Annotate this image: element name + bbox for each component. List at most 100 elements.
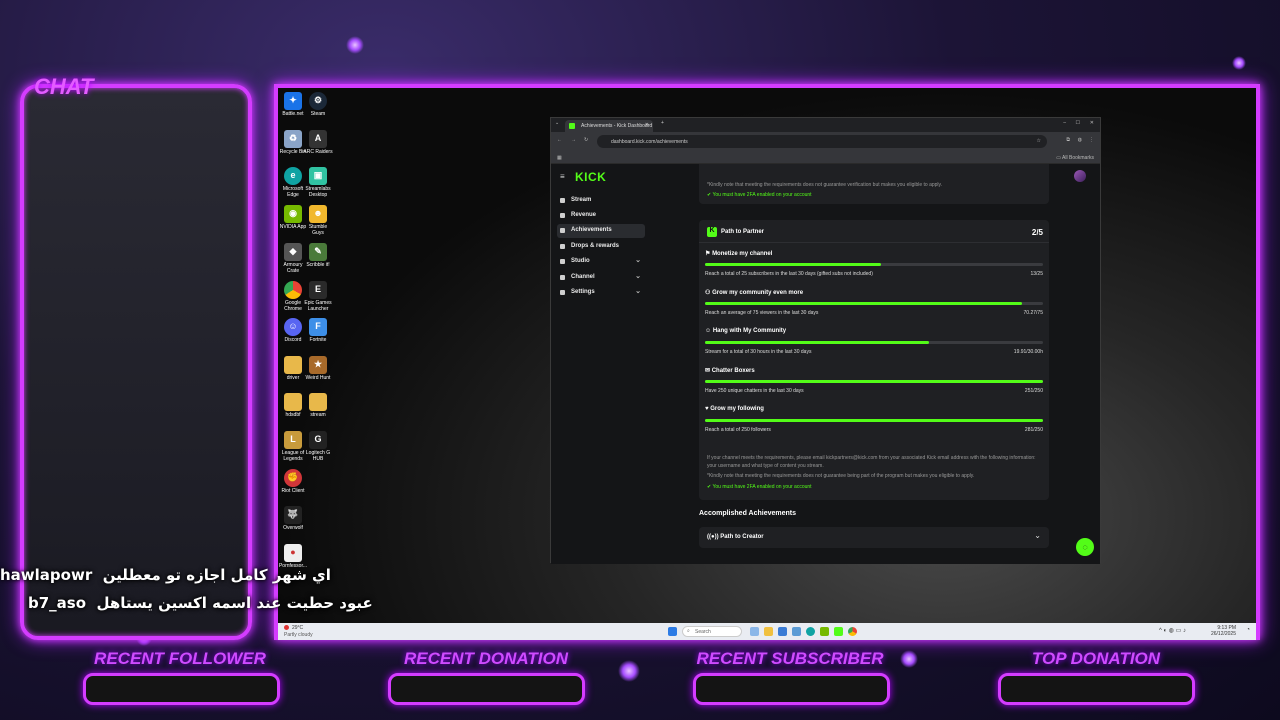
note-text: *Kindly note that meeting the requiremen…: [707, 182, 943, 188]
weather-icon[interactable]: [284, 625, 289, 630]
desktop-icon[interactable]: ★ Weird Hunt: [303, 356, 333, 382]
clock[interactable]: 9:13 PM 26/12/2025: [1211, 625, 1236, 637]
studio-icon: [560, 259, 565, 264]
profile-icon[interactable]: ◍: [1078, 137, 1082, 143]
sidebar-item-stream[interactable]: Stream: [557, 194, 645, 208]
desktop-icon[interactable]: 🐺 Overwolf: [278, 506, 308, 532]
maximize-icon[interactable]: ☐: [1076, 120, 1080, 126]
recent-donation-box: [388, 673, 585, 705]
recent-donation-label: RECENT DONATION: [403, 649, 568, 668]
desktop-icon[interactable]: F Fortnite: [303, 318, 333, 344]
browser-tab[interactable]: Achievements - Kick Dashboard ✕: [565, 120, 653, 132]
recent-follower-label: RECENT FOLLOWER: [94, 649, 266, 668]
desktop-icon[interactable]: E Epic Games Launcher: [303, 281, 333, 312]
system-tray-icons[interactable]: ^ ◐ ◍ ▭ ♪: [1159, 627, 1186, 634]
achievement-desc: Have 250 unique chatters in the last 30 …: [705, 388, 804, 394]
widgets-icon[interactable]: [750, 627, 759, 636]
chat-message: hawlapowr اي شهر كامل اجازه تو معطلين: [0, 566, 331, 584]
support-chat-button[interactable]: ◌: [1076, 538, 1094, 556]
desktop-icon[interactable]: ✊ Riot Client: [278, 469, 308, 495]
sidebar-item-drops[interactable]: Drops & rewards: [557, 240, 645, 254]
progress-track: [705, 419, 1043, 422]
desktop-icon[interactable]: ▣ Streamlabs Desktop: [303, 167, 333, 198]
kick-icon[interactable]: [834, 627, 843, 636]
notification-icon[interactable]: ◔: [1246, 627, 1250, 633]
top-donation-box: [998, 673, 1195, 705]
hamburger-icon[interactable]: ≡: [560, 172, 565, 181]
all-bookmarks[interactable]: ▭ All Bookmarks: [1056, 155, 1094, 161]
extensions-icon[interactable]: ⧉: [1066, 137, 1070, 143]
windows-start-icon[interactable]: [668, 627, 677, 636]
desktop-icon[interactable]: ☻ Stumble Guys: [303, 205, 333, 236]
address-row: ← → ↻ dashboard.kick.com/achievements ☆ …: [551, 132, 1100, 152]
desktop-icon[interactable]: stream: [303, 393, 333, 419]
new-tab-button[interactable]: +: [661, 120, 664, 126]
url-bar[interactable]: dashboard.kick.com/achievements ☆: [597, 135, 1047, 148]
logitech-icon: G: [309, 431, 327, 449]
search-icon: ⌕: [687, 628, 690, 634]
avatar[interactable]: [1074, 170, 1086, 182]
progress-fill: [705, 380, 1043, 383]
bookmarks-bar: ▦ ▭ All Bookmarks: [551, 152, 1100, 164]
close-window-icon[interactable]: ✕: [1090, 120, 1094, 126]
achievement-title: ✉ Chatter Boxers: [705, 368, 755, 374]
trophy-icon: [560, 228, 565, 233]
league-icon: L: [284, 431, 302, 449]
progress-track: [705, 263, 1043, 266]
overwolf-icon: 🐺: [284, 506, 302, 524]
chrome-icon[interactable]: [848, 627, 857, 636]
achievement-desc: Reach a total of 250 followers: [705, 427, 771, 433]
sidebar-item-studio[interactable]: Studio ⌄: [557, 255, 645, 269]
achievement-value: 281/250: [1024, 427, 1043, 433]
minimize-icon[interactable]: –: [1063, 120, 1066, 126]
close-tab-icon[interactable]: ✕: [645, 122, 649, 128]
reload-icon[interactable]: ↻: [584, 137, 588, 143]
top-donation-label: TOP DONATION: [1031, 649, 1161, 668]
recent-follower-box: [83, 673, 280, 705]
sidebar-item-achievements[interactable]: Achievements: [557, 224, 645, 238]
achievement-row: ⚇ Grow my community even more Reach an av…: [699, 289, 1049, 325]
sidebar-item-revenue[interactable]: Revenue: [557, 209, 645, 223]
chrome-icon: [284, 281, 302, 299]
desktop-icon[interactable]: G Logitech G HUB: [303, 431, 333, 462]
card-title: Path to Partner: [721, 229, 765, 235]
forward-icon[interactable]: →: [571, 137, 576, 143]
apps-grid-icon[interactable]: ▦: [557, 155, 562, 161]
tab-bar: ⌄ Achievements - Kick Dashboard ✕ + – ☐ …: [551, 118, 1100, 132]
tab-list-icon[interactable]: ⌄: [555, 120, 559, 126]
revenue-icon: [560, 213, 565, 218]
chat-panel: [20, 84, 252, 640]
armoury-crate-icon: ◆: [284, 243, 302, 261]
users-icon: ⚇: [705, 290, 711, 296]
nvidia-icon[interactable]: [820, 627, 829, 636]
edge-icon[interactable]: [806, 627, 815, 636]
kick-logo[interactable]: KICK: [575, 170, 606, 184]
desktop-icon[interactable]: A ARC Raiders: [303, 130, 333, 156]
weird-hunt-icon: ★: [309, 356, 327, 374]
achievement-value: 13/25: [1030, 271, 1043, 277]
menu-icon[interactable]: ⋮: [1089, 137, 1094, 143]
achievement-value: 70.27/75: [1023, 310, 1043, 316]
back-icon[interactable]: ←: [557, 137, 562, 143]
arc-raiders-icon: A: [309, 130, 327, 148]
search-input[interactable]: ⌕ Search: [682, 626, 742, 637]
store-icon[interactable]: [778, 627, 787, 636]
glow-orb: [1232, 56, 1246, 70]
chevron-down-icon: ⌄: [1034, 531, 1041, 540]
fortnite-icon: F: [309, 318, 327, 336]
sidebar-item-channel[interactable]: Channel ⌄: [557, 271, 645, 285]
chevron-down-icon: ⌄: [635, 273, 641, 280]
desktop-icon[interactable]: ✎ Scribble it!: [303, 243, 333, 269]
glow-orb: [900, 650, 918, 668]
file-explorer-icon[interactable]: [764, 627, 773, 636]
glow-orb: [618, 660, 640, 682]
mail-icon[interactable]: [792, 627, 801, 636]
hang-out-icon: ☺: [705, 328, 712, 334]
bookmark-star-icon[interactable]: ☆: [1037, 138, 1041, 144]
sidebar-item-settings[interactable]: Settings ⌄: [557, 286, 645, 300]
channel-icon: [560, 275, 565, 280]
desktop-icon[interactable]: ⚙ Steam: [303, 92, 333, 118]
achievement-row: ✉ Chatter Boxers Have 250 unique chatters…: [699, 367, 1049, 403]
chat-icon: ✉: [705, 368, 711, 374]
accomplished-item[interactable]: ((●)) Path to Creator ⌄: [699, 527, 1049, 548]
